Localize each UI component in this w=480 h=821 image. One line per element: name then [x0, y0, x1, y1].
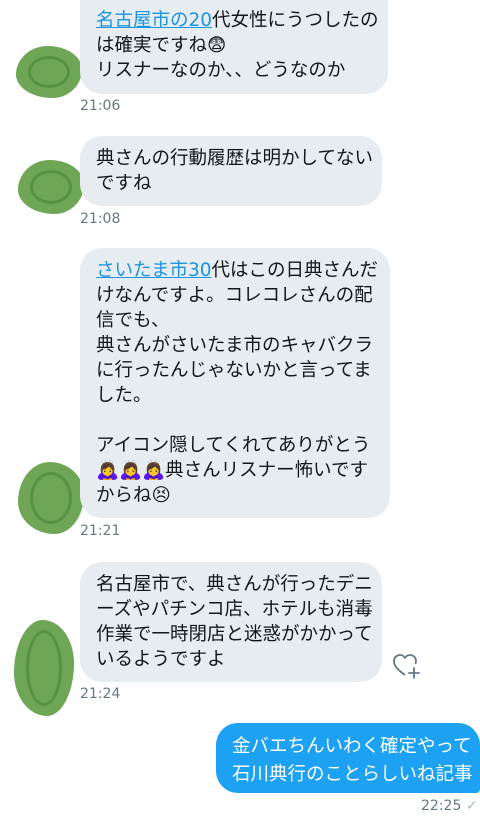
message-line: 金バエちんいわく確定やって [232, 736, 472, 757]
heart-plus-icon[interactable] [392, 651, 422, 681]
message-bubble[interactable]: 名古屋市の20代女性にうつしたの は確実ですね😨 リスナーなのか、、どうなのか [80, 0, 388, 94]
message-bubble[interactable]: 典さんの行動履歴は明かしてない ですね [80, 136, 382, 206]
message-line: 典さんの行動履歴は明かしてない [96, 148, 373, 169]
message-time: 22:25 [421, 798, 462, 814]
message-line: 石川典行のことらしいね記事 [232, 764, 473, 785]
message-timestamp: 21:06 [80, 98, 121, 114]
message-line: アイコン隠してくれてありがとう [96, 435, 371, 456]
message-line: 名古屋市の20代女性にうつしたの [96, 10, 379, 31]
message-timestamp: 21:24 [80, 686, 121, 702]
message-bubble[interactable]: 名古屋市で、典さんが行ったデニ ーズやパチンコ店、ホテルも消毒 作業で一時閉店と… [80, 562, 382, 682]
message-line: に行ったんじゃないかと言ってま [96, 360, 372, 381]
avatar[interactable] [18, 462, 84, 534]
message-link[interactable]: 名古屋市の20 [96, 10, 212, 31]
message-line: 作業で一時閉店と迷惑がかかって [96, 624, 373, 645]
avatar[interactable] [16, 46, 82, 98]
message-line: した。 [96, 385, 152, 406]
avatar[interactable] [18, 160, 84, 214]
message-bubble-outgoing[interactable]: 金バエちんいわく確定やって 石川典行のことらしいね記事 [216, 723, 480, 793]
message-timestamp: 21:08 [80, 211, 121, 227]
message-line: は確実ですね😨 [96, 35, 227, 56]
message-link[interactable]: さいたま市30 [96, 260, 212, 281]
message-line: 🙇‍♀️🙇‍♀️🙇‍♀️典さんリスナー怖いです [96, 460, 369, 481]
message-line: けなんですよ。コレコレさんの配 [96, 285, 373, 306]
avatar[interactable] [14, 620, 74, 716]
message-line: ですね [96, 173, 152, 194]
read-status-icon: ✓ [465, 798, 478, 814]
message-line: 信でも、 [96, 310, 170, 331]
message-timestamp: 21:21 [80, 523, 121, 539]
message-line: からね😣 [96, 485, 171, 506]
message-timestamp: 22:25 ✓ [421, 798, 478, 814]
message-line: 典さんがさいたま市のキャバクラ [96, 335, 373, 356]
message-line: 名古屋市で、典さんが行ったデニ [96, 574, 373, 595]
message-line: ーズやパチンコ店、ホテルも消毒 [96, 599, 373, 620]
message-line: さいたま市30代はこの日典さんだ [96, 260, 379, 281]
message-line: いるようですよ [96, 649, 226, 670]
message-line: リスナーなのか、、どうなのか [96, 60, 346, 81]
message-bubble[interactable]: さいたま市30代はこの日典さんだ けなんですよ。コレコレさんの配 信でも、 典さ… [80, 248, 390, 518]
